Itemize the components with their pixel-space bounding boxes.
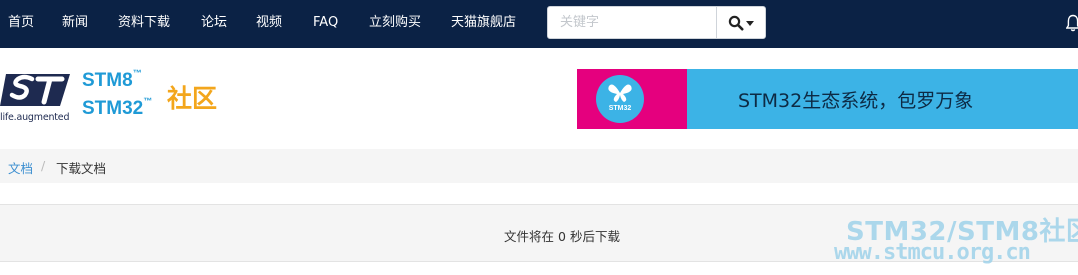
- search-button[interactable]: [716, 7, 766, 38]
- butterfly-icon: [608, 84, 632, 102]
- breadcrumb-docs-link[interactable]: 文档: [8, 158, 33, 177]
- countdown-seconds: 0: [558, 229, 566, 244]
- banner-badge-panel: STM32: [577, 69, 687, 129]
- nav-forum[interactable]: 论坛: [201, 0, 227, 48]
- banner-badge: STM32: [596, 75, 644, 123]
- search-icon: [728, 15, 744, 31]
- top-navbar: 首页 新闻 资料下载 论坛 视频 FAQ 立刻购买 天猫旗舰店: [0, 0, 1078, 48]
- nav-buy-now[interactable]: 立刻购买: [369, 0, 421, 48]
- stm32-ecosystem-banner[interactable]: STM32 STM32生态系统，包罗万象: [577, 69, 1078, 129]
- nav-tmall-store[interactable]: 天猫旗舰店: [451, 0, 516, 48]
- search-box: [547, 6, 766, 39]
- caret-down-icon: [746, 21, 754, 26]
- brand-stm8: STM8™: [82, 68, 142, 91]
- watermark-url: www.stmcu.org.cn: [834, 240, 1031, 265]
- breadcrumb-separator: /: [41, 158, 46, 173]
- nav-downloads[interactable]: 资料下载: [118, 0, 170, 48]
- breadcrumb: 文档 / 下载文档: [0, 149, 1078, 183]
- nav-news[interactable]: 新闻: [62, 0, 88, 48]
- breadcrumb-current: 下载文档: [56, 161, 107, 176]
- brand-community: 社区: [167, 84, 218, 113]
- nav-faq[interactable]: FAQ: [313, 0, 338, 48]
- logo-tagline: life.augmented: [0, 112, 70, 123]
- nav-videos[interactable]: 视频: [256, 0, 282, 48]
- brand-stm32: STM32™: [82, 96, 153, 119]
- bell-icon[interactable]: [1066, 14, 1078, 32]
- search-input[interactable]: [548, 7, 716, 38]
- banner-badge-label: STM32: [608, 105, 632, 112]
- banner-text: STM32生态系统，包罗万象: [738, 90, 974, 112]
- nav-home[interactable]: 首页: [8, 0, 34, 48]
